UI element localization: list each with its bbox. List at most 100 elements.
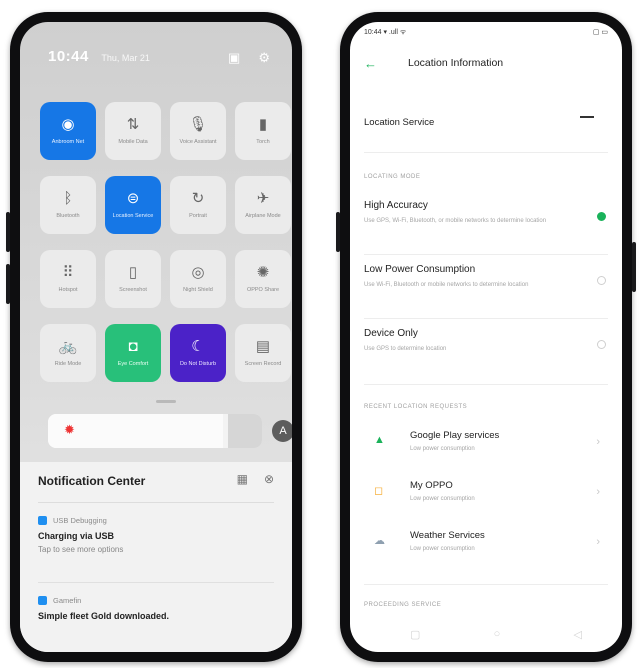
drag-handle[interactable] xyxy=(156,400,176,403)
locating-mode-option[interactable]: Low Power Consumption Use Wi-Fi, Bluetoot… xyxy=(364,264,608,308)
service-title: Google Play services xyxy=(410,430,500,441)
location-request-item[interactable]: ☁ Weather Services Low power consumption › xyxy=(364,530,608,566)
divider xyxy=(364,384,608,385)
quick-tile[interactable]: ⊜ Location Service xyxy=(105,176,161,234)
notification-app: USB Debugging xyxy=(53,516,107,525)
tile-label: Ride Mode xyxy=(54,360,82,367)
quick-tile[interactable]: ▤ Screen Record xyxy=(235,324,291,382)
location-service-row[interactable]: Location Service xyxy=(364,112,608,136)
divider xyxy=(364,584,608,585)
quick-settings-grid: ◉ Anbroom Net ⇅ Mobile Data 🎙 Voice Assistant… xyxy=(40,102,292,382)
chevron-right-icon: › xyxy=(596,536,600,548)
data-icon: ⇅ xyxy=(126,115,140,133)
home-icon[interactable]: ○ xyxy=(494,628,501,644)
quick-tile[interactable]: ✈ Airplane Mode xyxy=(235,176,291,234)
quick-tile[interactable]: ↻ Portrait xyxy=(170,176,226,234)
battery-icon: ▢ ▭ xyxy=(592,29,608,36)
page-title: Location Information xyxy=(408,57,504,69)
notification-item[interactable]: USB Debugging Charging via USB Tap to se… xyxy=(38,516,274,554)
google-play-icon: ▲ xyxy=(374,434,385,446)
navigation-bar: ▢ ○ ◁ xyxy=(410,628,582,644)
brightness-thumb[interactable] xyxy=(228,414,262,448)
quick-tile[interactable]: 🚲 Ride Mode xyxy=(40,324,96,382)
recents-icon[interactable]: ▢ xyxy=(410,628,420,644)
bluetooth-icon: ᛒ xyxy=(63,189,73,207)
radio-button[interactable] xyxy=(597,276,606,285)
mode-title: Device Only xyxy=(364,328,418,339)
manage-icon[interactable]: ▦ xyxy=(237,472,248,486)
location-service-label: Location Service xyxy=(364,117,435,128)
microphone-icon: 🎙 xyxy=(188,115,208,133)
weather-icon: ☁ xyxy=(374,535,385,547)
mode-title: Low Power Consumption xyxy=(364,264,476,275)
divider xyxy=(364,254,608,255)
screen-mirror-icon[interactable]: ▣ xyxy=(228,50,240,66)
tile-label: Portrait xyxy=(189,212,207,219)
tile-label: Torch xyxy=(256,138,270,145)
radio-button[interactable] xyxy=(597,212,606,221)
quick-tile[interactable]: ⠿ Hotspot xyxy=(40,250,96,308)
tile-label: Location Service xyxy=(112,212,154,219)
quick-tile[interactable]: ⇅ Mobile Data xyxy=(105,102,161,160)
brightness-slider[interactable]: ✹ xyxy=(48,414,262,448)
gear-icon[interactable]: ⚙ xyxy=(258,50,270,66)
wifi-icon: ◉ xyxy=(61,115,75,133)
notification-detail: Tap to see more options xyxy=(38,545,124,554)
quick-tile[interactable]: ▯ Screenshot xyxy=(105,250,161,308)
section-header: LOCATING MODE xyxy=(364,174,421,180)
back-icon[interactable]: ◁ xyxy=(574,628,582,644)
section-header: RECENT LOCATION REQUESTS xyxy=(364,404,468,410)
quick-tile[interactable]: ▮ Torch xyxy=(235,102,291,160)
clock: 10:44 xyxy=(48,48,89,65)
tile-label: Do Not Disturb xyxy=(179,360,217,367)
right-phone: 10:44 ▾ .ull ᯤ ▢ ▭ ← Location Informatio… xyxy=(336,12,636,662)
quick-tile[interactable]: 🎙 Voice Assistant xyxy=(170,102,226,160)
tile-label: Voice Assistant xyxy=(179,138,217,145)
status-bar: 10:44 Thu, Mar 21 ▣ ⚙ xyxy=(48,48,272,70)
location-toggle[interactable] xyxy=(580,116,594,118)
divider xyxy=(38,502,274,503)
quick-tile[interactable]: ᛒ Bluetooth xyxy=(40,176,96,234)
airplane-icon: ✈ xyxy=(256,189,270,207)
chevron-right-icon: › xyxy=(596,486,600,498)
radio-button[interactable] xyxy=(597,340,606,349)
mode-detail: Use GPS, Wi-Fi, Bluetooth, or mobile net… xyxy=(364,218,547,224)
volume-button xyxy=(6,212,10,252)
night-shield-icon: ◎ xyxy=(191,263,205,281)
tile-label: Mobile Data xyxy=(118,138,148,145)
divider xyxy=(38,582,274,583)
location-settings-screen: 10:44 ▾ .ull ᯤ ▢ ▭ ← Location Informatio… xyxy=(350,22,622,652)
back-arrow-icon[interactable]: ← xyxy=(364,56,377,71)
section-header: PROCEEDING SERVICE xyxy=(364,602,442,608)
screen-record-icon: ▤ xyxy=(255,337,271,355)
auto-brightness-button[interactable]: A xyxy=(272,420,292,442)
locating-mode-option[interactable]: Device Only Use GPS to determine location xyxy=(364,328,608,372)
nfc-icon: ✺ xyxy=(256,263,270,281)
quick-tile[interactable]: ◎ Night Shield xyxy=(170,250,226,308)
quick-tile[interactable]: ✺ OPPO Share xyxy=(235,250,291,308)
location-request-item[interactable]: ▲ Google Play services Low power consumpti… xyxy=(364,430,608,466)
divider xyxy=(364,152,608,153)
screenshot-icon: ▯ xyxy=(128,263,138,281)
tile-label: OPPO Share xyxy=(246,286,280,293)
quick-tile[interactable]: ◉ Anbroom Net xyxy=(40,102,96,160)
mode-detail: Use Wi-Fi, Bluetooth or mobile networks … xyxy=(364,282,529,288)
tile-label: Anbroom Net xyxy=(51,138,85,145)
mode-title: High Accuracy xyxy=(364,200,428,211)
bike-icon: 🚲 xyxy=(58,337,78,355)
quick-tile[interactable]: ☾ Do Not Disturb xyxy=(170,324,226,382)
tile-label: Screenshot xyxy=(119,286,147,293)
notification-app: Gamefin xyxy=(53,596,82,605)
status-left: 10:44 ▾ .ull ᯤ xyxy=(364,29,407,36)
service-detail: Low power consumption xyxy=(410,446,475,452)
clear-all-icon[interactable]: ⊗ xyxy=(264,472,274,486)
service-title: Weather Services xyxy=(410,530,485,541)
locating-mode-option[interactable]: High Accuracy Use GPS, Wi-Fi, Bluetooth, … xyxy=(364,200,608,244)
notification-item[interactable]: Gamefin Simple fleet Gold downloaded. xyxy=(38,596,274,621)
my-oppo-icon: ◻ xyxy=(374,485,384,497)
tile-label: Airplane Mode xyxy=(245,212,281,219)
quick-tile[interactable]: ◘ Eye Comfort xyxy=(105,324,161,382)
lock-rotation-icon: ↻ xyxy=(191,189,205,207)
power-button xyxy=(632,242,636,292)
location-request-item[interactable]: ◻ My OPPO Low power consumption › xyxy=(364,480,608,516)
